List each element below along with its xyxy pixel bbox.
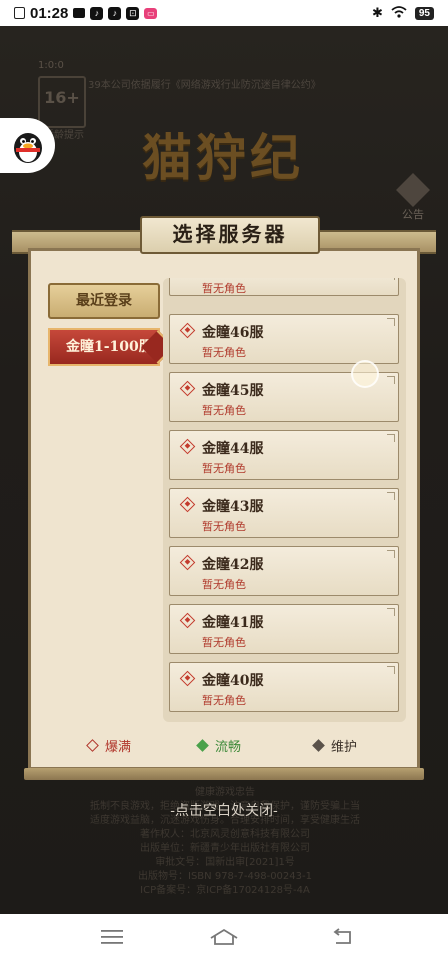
home-button[interactable] xyxy=(204,922,244,952)
legend-smooth: 流畅 xyxy=(196,736,242,755)
legend-maintenance-label: 维护 xyxy=(331,740,358,755)
server-role: 暂无角色 xyxy=(202,520,246,533)
corner-decoration xyxy=(387,278,395,280)
approval-text: 39本公司依据履行《网络游戏行业防沉迷自律公约》 xyxy=(88,80,321,91)
corner-decoration xyxy=(387,492,395,500)
tiktok-icon: ♪ xyxy=(90,6,104,20)
corner-decoration xyxy=(387,434,395,442)
home-icon xyxy=(210,928,238,945)
system-nav-bar xyxy=(0,914,448,960)
server-item[interactable]: 暂无角色 xyxy=(169,278,399,296)
server-item[interactable]: 金瞳43服 暂无角色 xyxy=(169,488,399,538)
server-item[interactable]: 金瞳41服 暂无角色 xyxy=(169,604,399,654)
footer-line: 著作权人：北京风灵创意科技有限公司 xyxy=(140,829,310,840)
server-role: 暂无角色 xyxy=(202,404,246,417)
server-name: 金瞳40服 xyxy=(202,673,264,689)
legend-maintenance: 维护 xyxy=(312,736,358,755)
touch-indicator xyxy=(351,360,379,388)
status-full-icon xyxy=(179,322,196,339)
corner-decoration xyxy=(387,318,395,326)
footer-line: 健康游戏忠告 xyxy=(195,787,255,798)
game-logo: 猫狩纪 xyxy=(142,128,304,187)
server-role: 暂无角色 xyxy=(202,462,246,475)
server-role: 暂无角色 xyxy=(202,636,246,649)
server-item[interactable]: 金瞳40服 暂无角色 xyxy=(169,662,399,712)
recent-login-button[interactable]: 最近登录 xyxy=(48,283,160,319)
age-top-label: 1:0:0 xyxy=(38,60,64,71)
corner-decoration xyxy=(387,666,395,674)
close-hint[interactable]: -点击空白处关闭- xyxy=(0,800,448,820)
back-button[interactable] xyxy=(322,922,362,952)
corner-decoration xyxy=(387,376,395,384)
server-name: 金瞳45服 xyxy=(202,383,264,399)
notice-icon xyxy=(396,173,430,207)
server-list[interactable]: 暂无角色 金瞳46服 暂无角色 金瞳45服 暂无角色 金瞳44服 暂无角色 金瞳… xyxy=(163,278,406,722)
server-role: 暂无角色 xyxy=(202,578,246,591)
qq-penguin-icon[interactable] xyxy=(0,118,55,173)
wifi-icon xyxy=(391,5,407,21)
status-full-icon xyxy=(179,380,196,397)
age-rating-badge: 16+ xyxy=(38,76,86,128)
status-smooth-icon xyxy=(196,739,209,752)
server-name: 金瞳42服 xyxy=(202,557,264,573)
back-icon xyxy=(333,928,351,944)
server-role: 暂无角色 xyxy=(202,282,246,295)
notice-button[interactable]: 公告 xyxy=(395,173,431,222)
corner-decoration xyxy=(387,608,395,616)
server-role: 暂无角色 xyxy=(202,694,246,707)
tiktok-icon-2: ♪ xyxy=(108,6,122,20)
file-icon xyxy=(14,7,25,19)
footer-line: 审批文号：国新出审[2021]1号 xyxy=(155,857,295,868)
bluetooth-icon: ✱ xyxy=(371,5,383,20)
menu-button[interactable] xyxy=(92,922,132,952)
menu-icon xyxy=(101,930,123,944)
status-full-icon xyxy=(179,670,196,687)
server-item[interactable]: 金瞳46服 暂无角色 xyxy=(169,314,399,364)
server-item[interactable]: 金瞳44服 暂无角色 xyxy=(169,430,399,480)
server-name: 金瞳43服 xyxy=(202,499,264,515)
corner-decoration xyxy=(387,550,395,558)
status-full-icon xyxy=(179,496,196,513)
battery-icon: 95 xyxy=(414,6,434,20)
footer-line: 出版单位：新疆青少年出版社有限公司 xyxy=(140,843,310,854)
status-full-icon xyxy=(86,739,99,752)
zone-tab-button[interactable]: 金瞳1-100服 xyxy=(48,328,160,366)
video-icon xyxy=(73,8,86,18)
footer-line: 出版物号：ISBN 978-7-498-00243-1 xyxy=(138,871,312,882)
dialog-title: 选择服务器 xyxy=(140,216,320,254)
app-icon: ⊡ xyxy=(126,6,140,20)
status-bar: 01:28 ♪ ♪ ⊡ ▭ ✱ 95 xyxy=(0,0,448,26)
pink-app-icon: ▭ xyxy=(144,7,158,19)
notice-label: 公告 xyxy=(402,208,424,221)
server-item[interactable]: 金瞳42服 暂无角色 xyxy=(169,546,399,596)
legend-full-label: 爆满 xyxy=(105,740,132,755)
server-name: 金瞳44服 xyxy=(202,441,264,457)
legend-full: 爆满 xyxy=(86,736,132,755)
legend-smooth-label: 流畅 xyxy=(215,740,242,755)
status-full-icon xyxy=(179,612,196,629)
dialog-bottom-bar xyxy=(24,768,424,780)
footer-line: ICP备案号：京ICP备17024128号-4A xyxy=(140,885,310,896)
server-role: 暂无角色 xyxy=(202,346,246,359)
server-name: 金瞳41服 xyxy=(202,615,264,631)
status-full-icon xyxy=(179,554,196,571)
status-maintenance-icon xyxy=(312,739,325,752)
server-name: 金瞳46服 xyxy=(202,325,264,341)
status-full-icon xyxy=(179,438,196,455)
status-time: 01:28 xyxy=(30,4,69,22)
